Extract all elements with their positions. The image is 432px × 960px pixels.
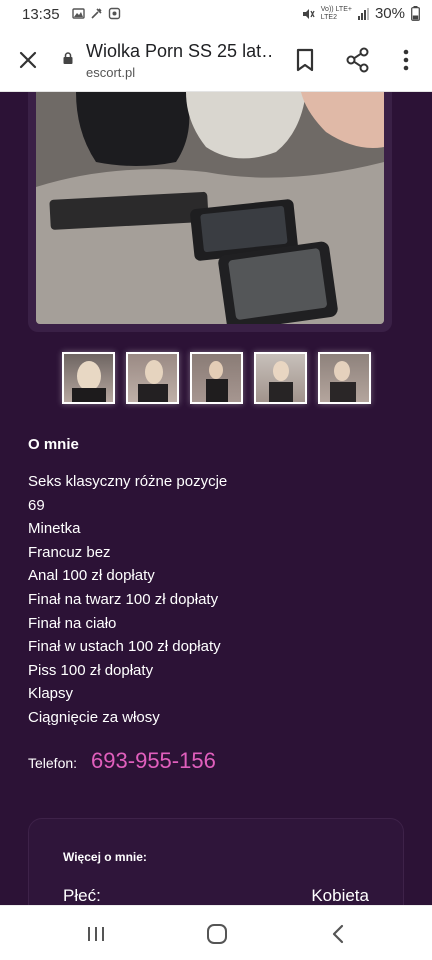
gender-value: Kobieta	[311, 886, 369, 905]
phone-label: Telefon:	[28, 755, 78, 771]
about-item: Seks klasyczny różne pozycje	[28, 473, 228, 490]
signal-icon	[357, 7, 369, 20]
about-item: Klapsy	[28, 685, 74, 703]
share-icon[interactable]	[344, 46, 372, 74]
photo-thumbnails	[62, 352, 371, 404]
mute-icon	[302, 8, 315, 19]
status-right: Vo)) LTE+ LTE2 30%	[301, 5, 420, 22]
battery-text: 30%	[374, 5, 405, 22]
thumbnail-1[interactable]	[62, 352, 115, 404]
about-item: Finał na twarz 100 zł dopłaty	[28, 590, 219, 608]
about-list: Seks klasyczny różne pozycje 69 Minetka …	[28, 470, 227, 730]
thumbnail-3[interactable]	[190, 352, 243, 404]
close-button[interactable]	[14, 46, 42, 74]
main-photo[interactable]	[36, 92, 384, 324]
page-domain[interactable]: escort.pl	[86, 65, 135, 80]
more-info-card: Więcej o mnie: Płeć: Kobieta	[28, 818, 404, 905]
status-bar: 13:35 Vo)) LTE+ LTE2 30%	[0, 0, 432, 28]
lock-icon	[63, 52, 73, 64]
back-icon[interactable]	[325, 920, 353, 948]
about-heading: O mnie	[28, 436, 79, 453]
network-label: Vo)) LTE+ LTE2	[321, 6, 352, 22]
tools-icon	[91, 8, 102, 19]
about-item: 69	[28, 496, 45, 514]
system-nav-bar	[0, 905, 432, 960]
thumbnail-4[interactable]	[254, 352, 307, 404]
about-item: Piss 100 zł dopłaty	[28, 661, 154, 679]
about-item: Ciągnięcie za włosy	[28, 708, 160, 726]
app-icon	[108, 7, 121, 20]
phone-number-link[interactable]: 693-955-156	[91, 748, 216, 774]
main-photo-illustration	[36, 92, 384, 324]
page-content: O mnie Seks klasyczny różne pozycje 69 M…	[0, 92, 432, 905]
page-title[interactable]: Wiolka Porn SS 25 lat…	[86, 41, 271, 62]
more-options-icon[interactable]	[393, 46, 419, 74]
gender-label: Płeć:	[63, 886, 101, 905]
thumbnail-5[interactable]	[318, 352, 371, 404]
about-item: Francuz bez	[28, 543, 111, 561]
close-icon	[19, 51, 37, 69]
gallery-icon	[72, 8, 85, 19]
more-info-heading: Więcej o mnie:	[63, 850, 147, 864]
battery-icon	[411, 6, 420, 21]
browser-toolbar: Wiolka Porn SS 25 lat… escort.pl	[0, 28, 432, 92]
home-icon[interactable]	[203, 920, 231, 948]
about-item: Finał w ustach 100 zł dopłaty	[28, 638, 221, 656]
status-notification-icons	[72, 7, 121, 20]
main-photo-frame	[28, 92, 392, 332]
network-label-bottom: LTE2	[320, 13, 337, 21]
about-item: Minetka	[28, 520, 81, 538]
network-label-top: Vo)) LTE+	[320, 5, 352, 13]
phone-row: Telefon: 693-955-156	[28, 748, 216, 774]
about-item: Finał na ciało	[28, 614, 117, 632]
thumbnail-2[interactable]	[126, 352, 179, 404]
about-item: Anal 100 zł dopłaty	[28, 567, 155, 585]
recent-apps-icon[interactable]	[82, 920, 110, 948]
status-time: 13:35	[22, 6, 60, 23]
bookmark-icon[interactable]	[292, 46, 318, 74]
